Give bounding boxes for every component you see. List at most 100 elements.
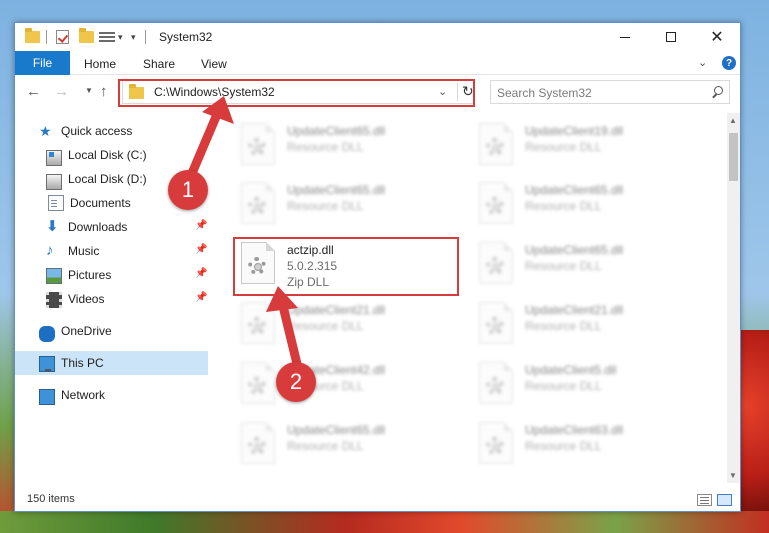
sidebar-item-label: Documents — [70, 196, 131, 210]
sidebar-item-documents[interactable]: Documents — [46, 192, 131, 214]
computer-icon — [39, 356, 55, 372]
up-button[interactable]: ↑ — [100, 83, 108, 100]
pin-icon[interactable]: 📌 — [195, 268, 207, 279]
file-item[interactable]: UpdateClient21.dll Resource DLL — [473, 296, 703, 350]
help-icon[interactable]: ? — [722, 56, 736, 70]
sidebar-item-label: Local Disk (C:) — [68, 148, 147, 162]
maximize-button[interactable] — [648, 23, 694, 51]
sidebar-item-local-disk-d[interactable]: Local Disk (D:) — [46, 168, 147, 190]
documents-icon — [48, 195, 64, 211]
forward-button[interactable]: → — [54, 83, 69, 100]
sidebar-item-music[interactable]: ♪ Music — [46, 240, 99, 262]
file-item[interactable]: UpdateClient65.dll Resource DLL — [235, 176, 465, 230]
file-type: Resource DLL — [287, 199, 364, 213]
details-view-icon[interactable] — [697, 494, 712, 506]
file-item[interactable]: UpdateClient5.dll Resource DLL — [473, 356, 703, 410]
sidebar-item-onedrive[interactable]: OneDrive — [39, 320, 112, 342]
dll-file-icon — [479, 242, 513, 284]
file-type: Resource DLL — [525, 259, 602, 273]
pin-icon[interactable]: 📌 — [195, 244, 207, 255]
gear-icon — [248, 138, 266, 156]
drive-icon — [46, 149, 62, 166]
close-button[interactable]: ✕ — [694, 23, 740, 51]
sidebar-item-videos[interactable]: Videos — [46, 288, 104, 310]
customize-toolbar-icon[interactable]: ▾ — [131, 29, 136, 45]
large-icons-view-icon[interactable] — [717, 494, 732, 506]
sidebar-item-this-pc[interactable]: This PC — [15, 351, 208, 375]
file-name: UpdateClient65.dll — [287, 124, 386, 138]
vertical-scrollbar[interactable]: ▲ ▼ — [727, 113, 740, 483]
quick-access-properties-icon[interactable] — [99, 29, 115, 45]
file-item[interactable]: UpdateClient19.dll Resource DLL — [473, 117, 703, 171]
title-separator — [145, 30, 146, 44]
address-highlight-box — [118, 79, 475, 107]
search-icon — [712, 86, 723, 97]
scroll-up-icon[interactable]: ▲ — [729, 116, 737, 125]
sidebar-item-label: This PC — [61, 356, 104, 370]
dll-file-icon — [241, 182, 275, 224]
gear-icon — [248, 197, 266, 215]
sidebar-item-label: Quick access — [61, 124, 133, 138]
window-title: System32 — [159, 30, 213, 44]
search-placeholder: Search System32 — [497, 86, 592, 100]
file-name: UpdateClient65.dll — [287, 183, 386, 197]
new-folder-icon[interactable] — [79, 28, 94, 45]
sidebar-item-label: Network — [61, 388, 106, 402]
drive-icon — [46, 173, 62, 190]
sidebar-item-label: Music — [68, 244, 100, 258]
properties-check-icon[interactable] — [56, 29, 69, 45]
file-item[interactable]: UpdateClient65.dll Resource DLL — [473, 176, 703, 230]
videos-icon — [46, 291, 62, 308]
pin-icon[interactable]: 📌 — [195, 292, 207, 303]
properties-dropdown-icon[interactable]: ▾ — [118, 29, 123, 45]
gear-icon — [248, 317, 266, 335]
pictures-icon — [46, 268, 62, 284]
file-type: Resource DLL — [525, 379, 602, 393]
sidebar-item-pictures[interactable]: Pictures — [46, 264, 111, 286]
sidebar-item-downloads[interactable]: ⬇ Downloads — [46, 216, 127, 238]
file-item[interactable]: UpdateClient42.dll Resource DLL — [235, 356, 465, 410]
music-icon: ♪ — [46, 242, 54, 259]
file-item[interactable]: UpdateClient65.dll Resource DLL — [473, 236, 703, 290]
file-type: Resource DLL — [287, 140, 364, 154]
star-icon: ★ — [39, 123, 52, 139]
file-name: UpdateClient19.dll — [525, 124, 624, 138]
sidebar-item-quick-access[interactable]: ★ Quick access — [39, 120, 132, 142]
file-name: UpdateClient21.dll — [287, 303, 386, 317]
sidebar-item-label: Videos — [68, 292, 105, 306]
network-icon — [39, 388, 55, 405]
file-item[interactable]: UpdateClient21.dll Resource DLL — [235, 296, 465, 350]
minimize-button[interactable] — [602, 23, 648, 51]
dll-file-icon — [479, 123, 513, 165]
expand-ribbon-icon[interactable]: ⌄ — [698, 56, 707, 69]
file-name: UpdateClient65.dll — [525, 243, 624, 257]
file-item[interactable]: UpdateClient65.dll Resource DLL — [235, 117, 465, 171]
file-type: Resource DLL — [525, 439, 602, 453]
pin-icon[interactable]: 📌 — [195, 220, 207, 231]
dll-file-icon — [241, 302, 275, 344]
cloud-icon — [39, 325, 55, 342]
sidebar-item-label: Local Disk (D:) — [68, 172, 147, 186]
tab-share[interactable]: Share — [143, 57, 175, 71]
toolbar-separator — [46, 30, 47, 44]
dll-file-icon — [241, 422, 275, 464]
back-button[interactable]: ← — [26, 83, 41, 100]
sidebar-item-label: Downloads — [68, 220, 128, 234]
search-input[interactable]: Search System32 — [490, 80, 730, 104]
item-count: 150 items — [27, 493, 75, 505]
file-item[interactable]: UpdateClient65.dll Resource DLL — [235, 416, 465, 470]
sidebar-item-network[interactable]: Network — [39, 384, 105, 406]
close-icon: ✕ — [710, 29, 724, 46]
tab-file[interactable]: File — [15, 51, 70, 75]
scroll-thumb[interactable] — [729, 133, 738, 181]
tab-home[interactable]: Home — [84, 57, 116, 71]
file-item[interactable]: UpdateClient63.dll Resource DLL — [473, 416, 703, 470]
recent-locations-icon[interactable]: ▼ — [85, 86, 93, 95]
tab-view[interactable]: View — [201, 57, 227, 71]
file-name: UpdateClient5.dll — [525, 363, 617, 377]
sidebar-item-label: Pictures — [68, 268, 112, 282]
sidebar-item-local-disk-c[interactable]: Local Disk (C:) — [46, 144, 147, 166]
scroll-down-icon[interactable]: ▼ — [729, 471, 737, 480]
dll-file-icon — [479, 182, 513, 224]
navigation-pane: ★ Quick access Local Disk (C:) Local Disk… — [15, 113, 210, 483]
